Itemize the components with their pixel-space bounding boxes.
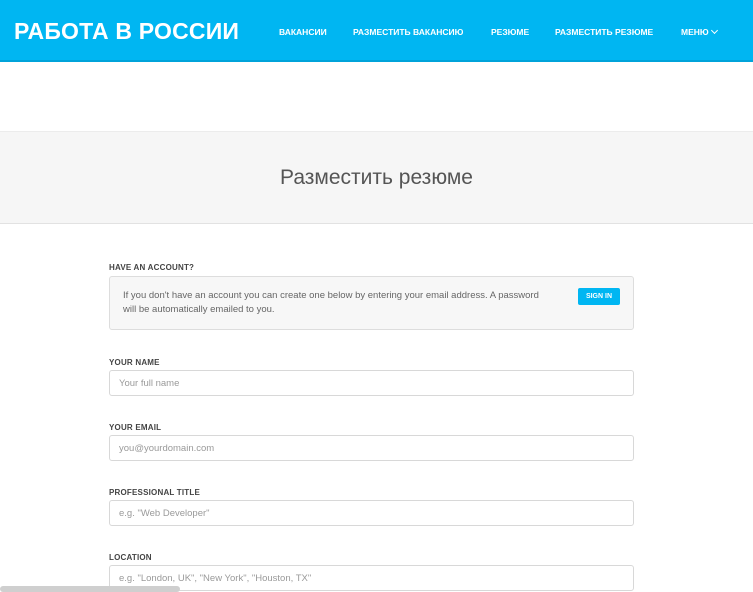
site-brand[interactable]: РАБОТА В РОССИИ (14, 17, 239, 45)
name-label: YOUR NAME (109, 358, 160, 367)
nav-item-post-vacancy[interactable]: РАЗМЕСТИТЬ ВАКАНСИЮ (353, 26, 463, 38)
nav-item-vacancies[interactable]: ВАКАНСИИ (279, 26, 327, 38)
location-input[interactable] (109, 565, 634, 591)
email-input[interactable] (109, 435, 634, 461)
nav-item-post-resume[interactable]: РАЗМЕСТИТЬ РЕЗЮМЕ (555, 26, 653, 38)
name-input[interactable] (109, 370, 634, 396)
page-title: Разместить резюме (280, 166, 473, 189)
nav-item-menu[interactable]: МЕНЮ (681, 26, 718, 38)
professional-title-label: PROFESSIONAL TITLE (109, 488, 201, 497)
email-label: YOUR EMAIL (109, 423, 162, 432)
account-notice-text: If you don't have an account you can cre… (123, 290, 539, 315)
horizontal-scrollbar[interactable] (0, 586, 180, 592)
nav-item-resumes[interactable]: РЕЗЮМЕ (491, 26, 529, 38)
location-label: LOCATION (109, 553, 152, 562)
account-notice: If you don't have an account you can cre… (109, 276, 634, 330)
account-label: HAVE AN ACCOUNT? (109, 263, 195, 272)
sign-in-button[interactable]: SIGN IN (577, 288, 620, 305)
page-title-band: Разместить резюме (0, 131, 753, 224)
professional-title-input[interactable] (109, 500, 634, 526)
site-header: РАБОТА В РОССИИ ВАКАНСИИ РАЗМЕСТИТЬ ВАКА… (0, 0, 753, 62)
chevron-down-icon (710, 26, 718, 35)
nav-item-menu-label: МЕНЮ (681, 27, 709, 37)
